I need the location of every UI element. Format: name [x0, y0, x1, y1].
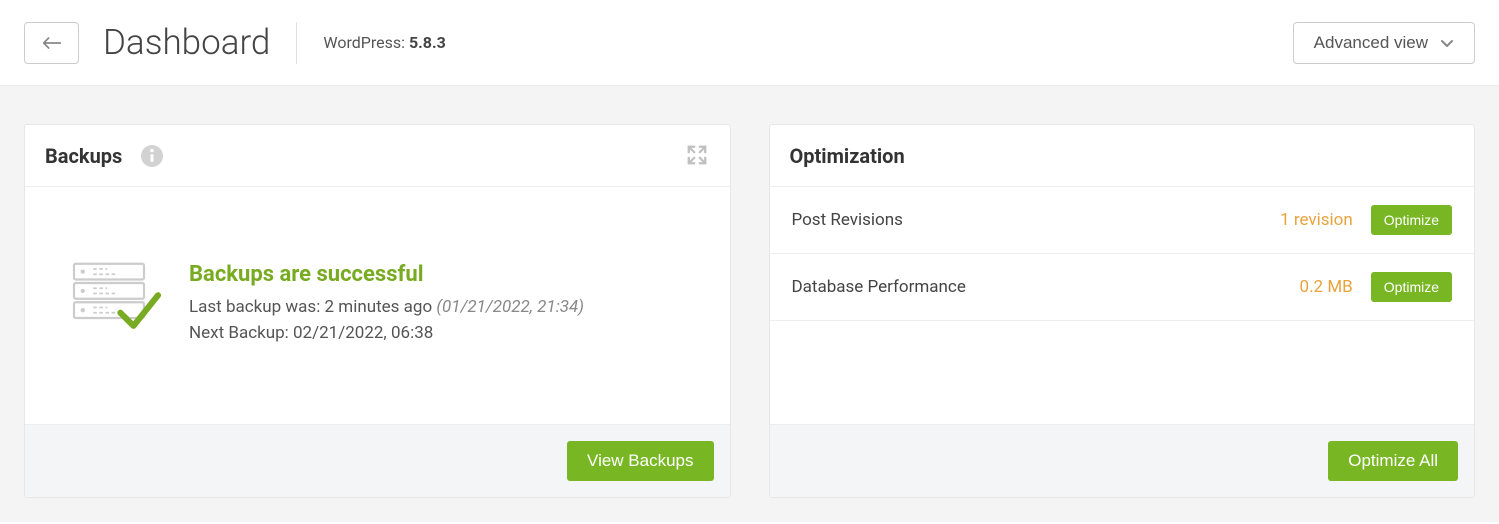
back-button[interactable]	[24, 22, 79, 64]
page-header: Dashboard WordPress: 5.8.3 Advanced view	[0, 0, 1499, 85]
page-title: Dashboard	[103, 22, 270, 63]
backup-status-title: Backups are successful	[189, 262, 708, 287]
optimization-card-header: Optimization	[770, 125, 1475, 187]
backups-card-title: Backups	[45, 144, 122, 168]
header-divider	[296, 22, 297, 64]
backups-card-body: Backups are successful Last backup was: …	[25, 187, 730, 424]
backup-info: Backups are successful Last backup was: …	[189, 262, 708, 349]
optimization-row-label: Post Revisions	[792, 210, 1281, 230]
chevron-down-icon	[1440, 36, 1454, 50]
optimization-card-footer: Optimize All	[770, 424, 1475, 497]
wordpress-version-value: 5.8.3	[409, 33, 446, 52]
dashboard-content: Backups	[0, 85, 1499, 522]
next-backup-label: Next Backup:	[189, 323, 293, 343]
backups-card-header: Backups	[25, 125, 730, 187]
wordpress-version: WordPress: 5.8.3	[323, 33, 445, 52]
optimize-database-performance-button[interactable]: Optimize	[1371, 272, 1452, 302]
optimization-card-title: Optimization	[790, 144, 905, 168]
wordpress-label: WordPress:	[323, 33, 409, 52]
optimization-row-value: 1 revision	[1280, 210, 1353, 230]
optimize-all-button[interactable]: Optimize All	[1328, 441, 1458, 481]
optimization-row-value: 0.2 MB	[1300, 277, 1353, 297]
expand-icon[interactable]	[686, 144, 710, 168]
advanced-view-label: Advanced view	[1314, 33, 1428, 53]
view-backups-button[interactable]: View Backups	[567, 441, 713, 481]
optimization-row-label: Database Performance	[792, 277, 1300, 297]
info-icon[interactable]	[140, 144, 164, 168]
last-backup-line: Last backup was: 2 minutes ago (01/21/20…	[189, 297, 708, 317]
last-backup-value: 2 minutes ago	[325, 297, 437, 317]
last-backup-paren: (01/21/2022, 21:34)	[436, 297, 584, 317]
backup-status-panel: Backups are successful Last backup was: …	[47, 262, 708, 349]
advanced-view-dropdown[interactable]: Advanced view	[1293, 22, 1475, 64]
optimization-row-database-performance: Database Performance 0.2 MB Optimize	[770, 254, 1475, 321]
optimization-row-post-revisions: Post Revisions 1 revision Optimize	[770, 187, 1475, 254]
last-backup-label: Last backup was:	[189, 297, 325, 317]
next-backup-value: 02/21/2022, 06:38	[293, 323, 433, 343]
backup-server-icon	[71, 262, 161, 332]
back-arrow-icon	[42, 35, 62, 51]
optimization-card: Optimization Post Revisions 1 revision O…	[769, 124, 1476, 498]
backups-card: Backups	[24, 124, 731, 498]
next-backup-line: Next Backup: 02/21/2022, 06:38	[189, 323, 708, 343]
optimization-card-body: Post Revisions 1 revision Optimize Datab…	[770, 187, 1475, 424]
optimize-post-revisions-button[interactable]: Optimize	[1371, 205, 1452, 235]
backups-card-footer: View Backups	[25, 424, 730, 497]
